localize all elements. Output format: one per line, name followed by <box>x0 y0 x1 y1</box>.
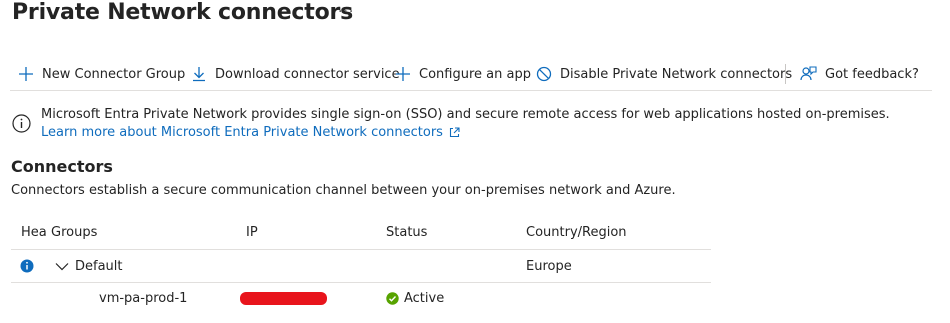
info-icon <box>12 114 31 133</box>
connector-status: Active <box>404 291 445 306</box>
more-options-button[interactable]: ··· <box>338 4 354 20</box>
column-header-country[interactable]: Country/Region <box>526 225 627 240</box>
command-bar: New Connector Group Download connector s… <box>10 58 932 91</box>
redacted-ip <box>240 292 327 305</box>
connector-name[interactable]: vm-pa-prod-1 <box>99 291 187 306</box>
new-connector-group-label: New Connector Group <box>42 66 186 82</box>
connectors-description: Connectors establish a secure communicat… <box>11 183 676 198</box>
disable-connectors-button[interactable]: Disable Private Network connectors <box>536 62 792 86</box>
block-icon <box>536 66 552 82</box>
feedback-button[interactable]: Got feedback? <box>800 62 919 86</box>
info-message: Microsoft Entra Private Network provides… <box>41 107 890 122</box>
chevron-down-icon[interactable] <box>55 262 69 271</box>
new-connector-group-button[interactable]: New Connector Group <box>18 62 185 86</box>
configure-app-button[interactable]: Configure an app <box>395 62 531 86</box>
learn-more-link[interactable]: Learn more about Microsoft Entra Private… <box>41 125 460 140</box>
check-circle-icon <box>386 292 399 305</box>
row-divider <box>11 282 711 283</box>
column-header-groups[interactable]: Groups <box>51 225 97 240</box>
column-header-status[interactable]: Status <box>386 225 427 240</box>
plus-icon <box>396 67 410 81</box>
feedback-label: Got feedback? <box>825 66 919 82</box>
plus-icon <box>19 67 33 81</box>
feedback-icon <box>800 66 817 81</box>
info-filled-icon <box>20 259 34 273</box>
group-country: Europe <box>526 259 572 274</box>
column-header-ip[interactable]: IP <box>246 225 258 240</box>
learn-more-label: Learn more about Microsoft Entra Private… <box>41 125 443 140</box>
disable-connectors-label: Disable Private Network connectors <box>560 66 793 82</box>
download-icon <box>193 67 205 82</box>
toolbar-divider <box>785 64 786 84</box>
column-header-health[interactable]: Health <box>21 225 47 240</box>
connectors-heading: Connectors <box>11 157 113 176</box>
page-title: Private Network connectors <box>12 0 354 25</box>
external-link-icon <box>449 127 460 138</box>
download-connector-button[interactable]: Download connector service <box>191 62 400 86</box>
header-divider <box>11 249 711 250</box>
group-name: Default <box>75 259 123 274</box>
download-connector-label: Download connector service <box>215 66 400 82</box>
configure-app-label: Configure an app <box>419 66 531 82</box>
